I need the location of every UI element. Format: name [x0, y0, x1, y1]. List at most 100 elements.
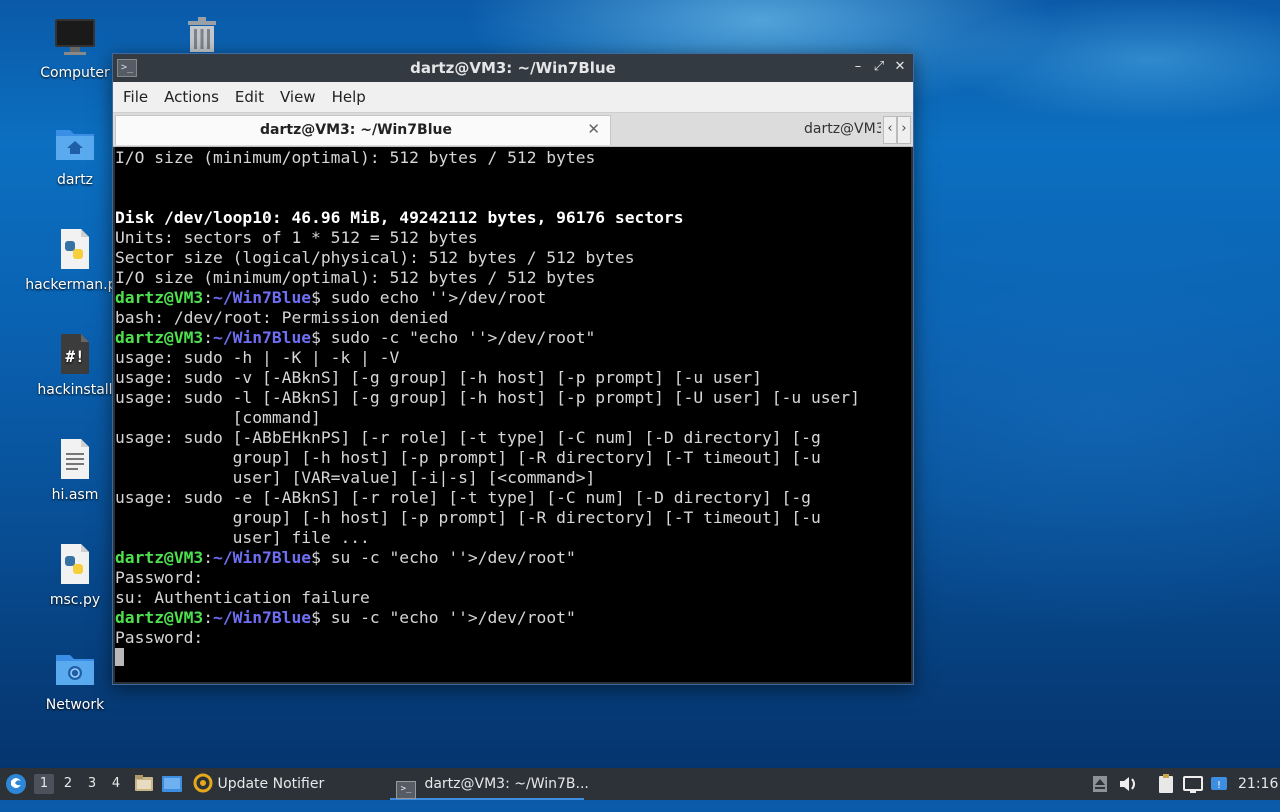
desktop-icon-network[interactable]: Network	[25, 647, 125, 713]
terminal-line: group] [-h host] [-p prompt] [-R directo…	[115, 448, 911, 468]
terminal-line: usage: sudo -v [-ABknS] [-g group] [-h h…	[115, 368, 911, 388]
update-notifier-icon	[193, 773, 213, 793]
terminal-line: usage: sudo -h | -K | -k | -V	[115, 348, 911, 368]
tab-label: dartz@VM3: ~/Win7Blue	[260, 122, 452, 138]
terminal-line	[115, 648, 911, 668]
terminal-line: Password:	[115, 568, 911, 588]
output-text: user] [VAR=value] [-i|-s] [<command>]	[115, 468, 596, 487]
desktop-icon-label: Computer	[40, 65, 110, 81]
prompt-user: dartz@VM3	[115, 288, 204, 307]
output-text: usage: sudo -v [-ABknS] [-g group] [-h h…	[115, 368, 762, 387]
output-text: usage: sudo [-ABbEHknPS] [-r role] [-t t…	[115, 428, 821, 447]
tab-close-icon[interactable]: ✕	[587, 120, 600, 138]
desktop-icon-label: hackerman.py	[25, 277, 125, 293]
clock[interactable]: 21:16	[1238, 768, 1278, 800]
prompt-user: dartz@VM3	[115, 548, 204, 567]
svg-text:#!: #!	[65, 347, 84, 366]
terminal-line: usage: sudo -l [-ABknS] [-g group] [-h h…	[115, 388, 911, 408]
output-text: usage: sudo -e [-ABknS] [-r role] [-t ty…	[115, 488, 811, 507]
desktop-icon-label: Network	[45, 697, 105, 713]
task-update-notifier[interactable]: Update Notifier	[193, 768, 324, 800]
terminal-line: su: Authentication failure	[115, 588, 911, 608]
show-desktop-icon[interactable]	[160, 768, 184, 800]
prompt-path: ~/Win7Blue	[213, 548, 312, 567]
desktop-icon-hi-asm[interactable]: hi.asm	[25, 437, 125, 503]
menu-actions[interactable]: Actions	[156, 88, 227, 106]
workspace-3[interactable]: 3	[82, 774, 102, 794]
menu-edit[interactable]: Edit	[227, 88, 272, 106]
maximize-icon[interactable]: ⤢	[870, 58, 888, 76]
terminal-line: Password:	[115, 628, 911, 648]
script-file-icon: #!	[53, 332, 97, 376]
desktop-icon-msc[interactable]: msc.py	[25, 542, 125, 608]
output-text: user] file ...	[115, 528, 370, 547]
prompt-separator: :	[203, 608, 214, 627]
task-label: dartz@VM3: ~/Win7B...	[424, 776, 589, 792]
start-menu-icon[interactable]	[4, 768, 28, 800]
output-text: I/O size (minimum/optimal): 512 bytes / …	[115, 268, 596, 287]
prompt-separator: :	[203, 548, 214, 567]
workspace-2[interactable]: 2	[58, 774, 78, 794]
terminal-line: Disk /dev/loop10: 46.96 MiB, 49242112 by…	[115, 208, 911, 228]
task-terminal[interactable]: >_ dartz@VM3: ~/Win7B...	[390, 768, 589, 800]
tab-second[interactable]: dartz@VM3: ~/Win7Blue	[611, 115, 881, 144]
desktop-icon-label: msc.py	[49, 592, 101, 608]
terminal-line: dartz@VM3:~/Win7Blue$ su -c "echo ''>/de…	[115, 548, 911, 568]
desktop-icon-label: hi.asm	[51, 487, 99, 503]
menu-view[interactable]: View	[272, 88, 324, 106]
command-text: sudo echo ''>/dev/root	[320, 288, 547, 307]
terminal-cursor	[115, 648, 124, 666]
network-tray-icon[interactable]	[1182, 768, 1204, 800]
terminal-line: bash: /dev/root: Permission denied	[115, 308, 911, 328]
prompt-path: ~/Win7Blue	[213, 288, 312, 307]
terminal-line: dartz@VM3:~/Win7Blue$ sudo -c "echo ''>/…	[115, 328, 911, 348]
command-text: sudo -c "echo ''>/dev/root"	[320, 328, 596, 347]
output-text: bash: /dev/root: Permission denied	[115, 308, 449, 327]
output-text: usage: sudo -h | -K | -k | -V	[115, 348, 400, 367]
desktop-icon-hackerman[interactable]: hackerman.py	[25, 227, 125, 293]
minimize-icon[interactable]: –	[849, 58, 867, 76]
tab-scroll-left-icon[interactable]: ‹	[883, 116, 897, 144]
window-titlebar[interactable]: >_ dartz@VM3: ~/Win7Blue – ⤢ ✕	[113, 54, 913, 82]
tab-active[interactable]: dartz@VM3: ~/Win7Blue ✕	[115, 115, 611, 145]
terminal-line: dartz@VM3:~/Win7Blue$ su -c "echo ''>/de…	[115, 608, 911, 628]
desktop-icon-computer[interactable]: Computer	[25, 15, 125, 81]
clipboard-icon[interactable]	[1155, 768, 1177, 800]
desktop-icon-dartz[interactable]: dartz	[25, 122, 125, 188]
tab-scroll-right-icon[interactable]: ›	[897, 116, 911, 144]
terminal-window[interactable]: >_ dartz@VM3: ~/Win7Blue – ⤢ ✕ File Acti…	[112, 53, 914, 685]
monitor-icon	[53, 15, 97, 59]
workspace-4[interactable]: 4	[106, 774, 126, 794]
output-text: group] [-h host] [-p prompt] [-R directo…	[115, 508, 821, 527]
menu-file[interactable]: File	[115, 88, 156, 106]
menu-bar: File Actions Edit View Help	[113, 82, 913, 113]
file-manager-launcher-icon[interactable]	[133, 768, 155, 800]
notification-icon[interactable]: !	[1209, 768, 1229, 800]
home-folder-icon	[53, 122, 97, 166]
desktop-icon-hackinstall[interactable]: #! hackinstall	[25, 332, 125, 398]
output-text: su: Authentication failure	[115, 588, 370, 607]
output-text: usage: sudo -l [-ABknS] [-g group] [-h h…	[115, 388, 860, 407]
tray-eject-icon[interactable]	[1090, 768, 1110, 800]
network-folder-icon	[53, 647, 97, 691]
close-icon[interactable]: ✕	[891, 58, 909, 76]
terminal-line: usage: sudo [-ABbEHknPS] [-r role] [-t t…	[115, 428, 911, 448]
prompt-symbol: $	[311, 608, 321, 627]
terminal-line: I/O size (minimum/optimal): 512 bytes / …	[115, 268, 911, 288]
volume-icon[interactable]	[1117, 768, 1139, 800]
workspace-1[interactable]: 1	[34, 774, 54, 794]
output-text: Sector size (logical/physical): 512 byte…	[115, 248, 635, 267]
desktop-icon-label: hackinstall	[37, 382, 113, 398]
prompt-symbol: $	[311, 288, 321, 307]
terminal-output[interactable]: I/O size (minimum/optimal): 512 bytes / …	[115, 147, 911, 682]
python-file-icon	[53, 227, 97, 271]
menu-help[interactable]: Help	[324, 88, 374, 106]
output-text: Password:	[115, 628, 204, 647]
prompt-symbol: $	[311, 328, 321, 347]
taskbar: 1 2 3 4 Update Notifier >_ dartz@VM3: ~/…	[0, 768, 1280, 800]
terminal-line: Units: sectors of 1 * 512 = 512 bytes	[115, 228, 911, 248]
terminal-line: user] file ...	[115, 528, 911, 548]
command-text: su -c "echo ''>/dev/root"	[320, 608, 576, 627]
terminal-icon: >_	[396, 781, 416, 799]
